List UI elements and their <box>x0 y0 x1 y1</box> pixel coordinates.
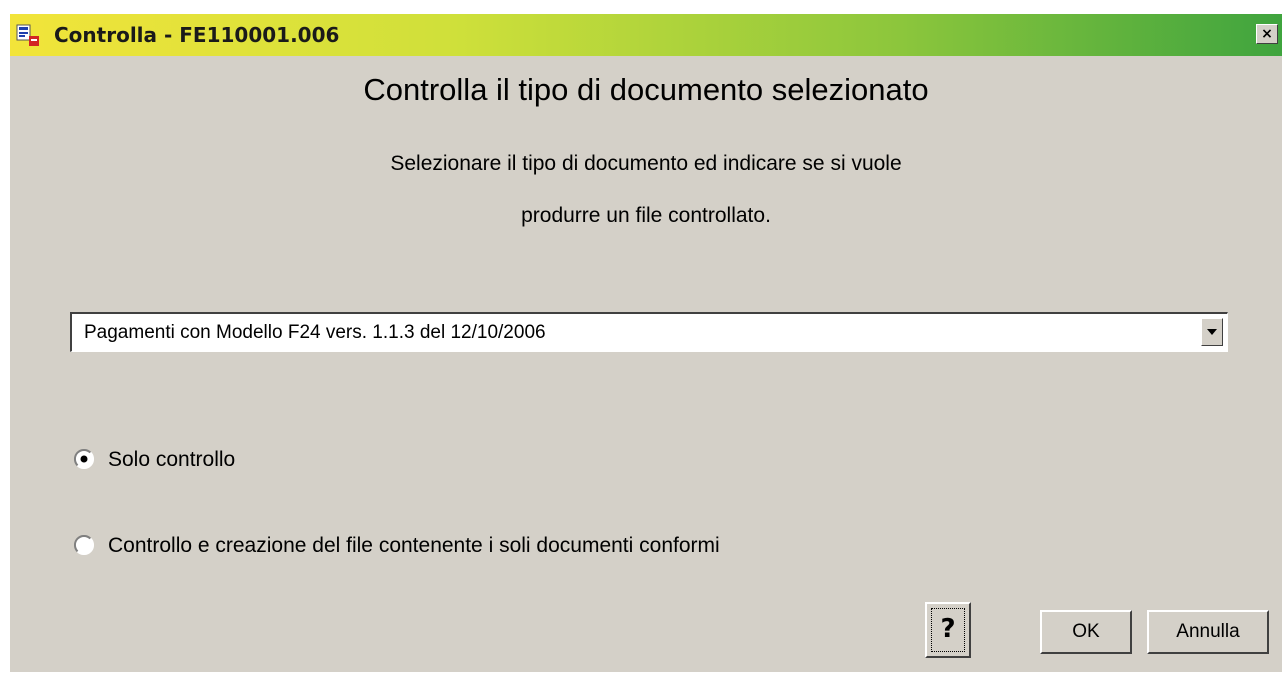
ok-button[interactable]: OK <box>1040 610 1132 654</box>
cancel-button-label: Annulla <box>1176 621 1240 642</box>
radio-label-solo-controllo: Solo controllo <box>108 448 236 471</box>
application-icon <box>16 24 39 46</box>
dropdown-arrow-button[interactable] <box>1201 318 1223 346</box>
instruction-line-2: produrre un file controllato. <box>521 204 771 227</box>
radio-selected-icon[interactable] <box>74 449 94 469</box>
document-type-select[interactable]: Pagamenti con Modello F24 vers. 1.1.3 de… <box>70 312 1228 352</box>
help-button[interactable]: ? <box>925 602 971 658</box>
window-title: Controlla - FE110001.006 <box>54 23 340 47</box>
close-icon: × <box>1261 26 1273 42</box>
title-bar[interactable]: Controlla - FE110001.006 × <box>10 14 1282 56</box>
controlla-dialog: Controlla - FE110001.006 × Controlla il … <box>10 14 1282 672</box>
document-type-selected-value: Pagamenti con Modello F24 vers. 1.1.3 de… <box>84 322 546 343</box>
cancel-button[interactable]: Annulla <box>1147 610 1269 654</box>
chevron-down-icon <box>1207 329 1217 335</box>
focus-ring <box>931 608 965 652</box>
ok-button-label: OK <box>1072 621 1100 642</box>
close-button[interactable]: × <box>1256 24 1278 44</box>
dialog-heading: Controlla il tipo di documento seleziona… <box>363 72 929 107</box>
radio-label-controllo-e-creazione: Controllo e creazione del file contenent… <box>108 534 720 557</box>
instruction-line-1: Selezionare il tipo di documento ed indi… <box>390 152 902 175</box>
radio-unselected-icon[interactable] <box>74 535 94 555</box>
